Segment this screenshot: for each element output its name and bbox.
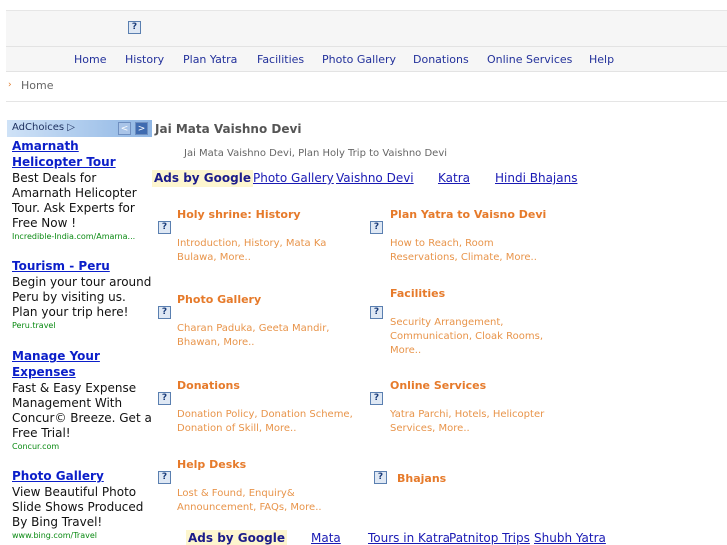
section-desc[interactable]: How to Reach, Room Reservations, Climate… xyxy=(390,237,560,265)
ad-link[interactable]: Photo Gallery xyxy=(253,171,334,185)
ad-title[interactable]: Amarnath Helicopter Tour xyxy=(12,138,152,170)
section-title-facilities[interactable]: Facilities xyxy=(390,287,445,300)
ad-link[interactable]: Patnitop Trips xyxy=(449,531,530,545)
ad-link[interactable]: Mata xyxy=(311,531,341,545)
section-title-photo-gallery[interactable]: Photo Gallery xyxy=(177,293,261,306)
nav-photo-gallery[interactable]: Photo Gallery xyxy=(322,53,396,66)
ad-title[interactable]: Manage Your Expenses xyxy=(12,348,152,380)
sidebar-ads: AdChoices ▷ < > Amarnath Helicopter Tour… xyxy=(7,120,152,545)
ad-description: Best Deals for Amarnath Helicopter Tour.… xyxy=(12,171,137,230)
section-title-online-services[interactable]: Online Services xyxy=(390,379,486,392)
ad-title[interactable]: Tourism - Peru xyxy=(12,258,152,274)
section-title-plan-yatra[interactable]: Plan Yatra to Vaisno Devi xyxy=(390,208,546,221)
section-icon[interactable]: ? xyxy=(370,306,383,319)
ad-url[interactable]: Concur.com xyxy=(12,442,152,451)
nav-online-services[interactable]: Online Services xyxy=(487,53,572,66)
next-ad-button[interactable]: > xyxy=(135,122,148,135)
page-subtitle: Jai Mata Vaishno Devi, Plan Holy Trip to… xyxy=(184,148,448,159)
ad-description: Begin your tour around Peru by visiting … xyxy=(12,275,152,319)
ad-link[interactable]: Tours in Katra xyxy=(368,531,450,545)
ad-url[interactable]: www.bing.com/Travel xyxy=(12,531,152,540)
nav-help[interactable]: Help xyxy=(589,53,614,66)
section-desc[interactable]: Lost & Found, Enquiry& Announcement, FAQ… xyxy=(177,487,347,515)
section-icon[interactable]: ? xyxy=(370,221,383,234)
breadcrumb-arrow-icon: › xyxy=(8,80,12,90)
prev-ad-button[interactable]: < xyxy=(118,122,131,135)
section-icon[interactable]: ? xyxy=(370,392,383,405)
ads-by-google-label[interactable]: Ads by Google xyxy=(186,530,287,545)
section-icon[interactable]: ? xyxy=(158,221,171,234)
ad-item: Manage Your Expenses Fast & Easy Expense… xyxy=(12,348,152,451)
section-title-history[interactable]: Holy shrine: History xyxy=(177,208,301,221)
section-icon[interactable]: ? xyxy=(158,306,171,319)
ad-item: Tourism - Peru Begin your tour around Pe… xyxy=(12,258,152,330)
nav-facilities[interactable]: Facilities xyxy=(257,53,304,66)
ad-url[interactable]: Incredible-India.com/Amarna... xyxy=(12,232,152,241)
nav-plan-yatra[interactable]: Plan Yatra xyxy=(183,53,237,66)
section-icon[interactable]: ? xyxy=(158,471,171,484)
broken-image-icon: ? xyxy=(128,21,141,34)
section-title-bhajans[interactable]: Bhajans xyxy=(397,472,446,485)
ad-description: Fast & Easy Expense Management With Conc… xyxy=(12,381,152,440)
ad-title[interactable]: Photo Gallery xyxy=(12,468,152,484)
nav-home[interactable]: Home xyxy=(74,53,106,66)
ad-link[interactable]: Shubh Yatra xyxy=(534,531,606,545)
adchoices-label[interactable]: AdChoices ▷ xyxy=(12,122,75,133)
ad-link[interactable]: Katra xyxy=(438,171,470,185)
section-title-donations[interactable]: Donations xyxy=(177,379,240,392)
main-nav: Home History Plan Yatra Facilities Photo… xyxy=(6,46,727,72)
header-bar xyxy=(6,10,727,46)
section-desc[interactable]: Introduction, History, Mata Ka Bulawa, M… xyxy=(177,237,357,265)
section-icon[interactable]: ? xyxy=(374,471,387,484)
section-desc[interactable]: Security Arrangement, Communication, Clo… xyxy=(390,316,560,358)
nav-donations[interactable]: Donations xyxy=(413,53,469,66)
ad-url[interactable]: Peru.travel xyxy=(12,321,152,330)
ad-description: View Beautiful Photo Slide Shows Produce… xyxy=(12,485,144,529)
nav-history[interactable]: History xyxy=(125,53,164,66)
section-icon[interactable]: ? xyxy=(158,392,171,405)
section-desc[interactable]: Yatra Parchi, Hotels, Helicopter Service… xyxy=(390,408,560,436)
section-title-help-desks[interactable]: Help Desks xyxy=(177,458,246,471)
ad-link[interactable]: Hindi Bhajans xyxy=(495,171,577,185)
ads-by-google-label[interactable]: Ads by Google xyxy=(152,170,253,187)
page-title: Jai Mata Vaishno Devi xyxy=(155,122,302,136)
section-desc[interactable]: Donation Policy, Donation Scheme, Donati… xyxy=(177,408,367,436)
ad-link[interactable]: Vaishno Devi xyxy=(336,171,414,185)
breadcrumb-home[interactable]: Home xyxy=(21,79,53,92)
ad-item: Amarnath Helicopter Tour Best Deals for … xyxy=(12,138,152,241)
divider xyxy=(6,101,727,102)
section-desc[interactable]: Charan Paduka, Geeta Mandir, Bhawan, Mor… xyxy=(177,322,357,350)
adchoices-bar: AdChoices ▷ < > xyxy=(7,120,152,137)
ad-item: Photo Gallery View Beautiful Photo Slide… xyxy=(12,468,152,540)
